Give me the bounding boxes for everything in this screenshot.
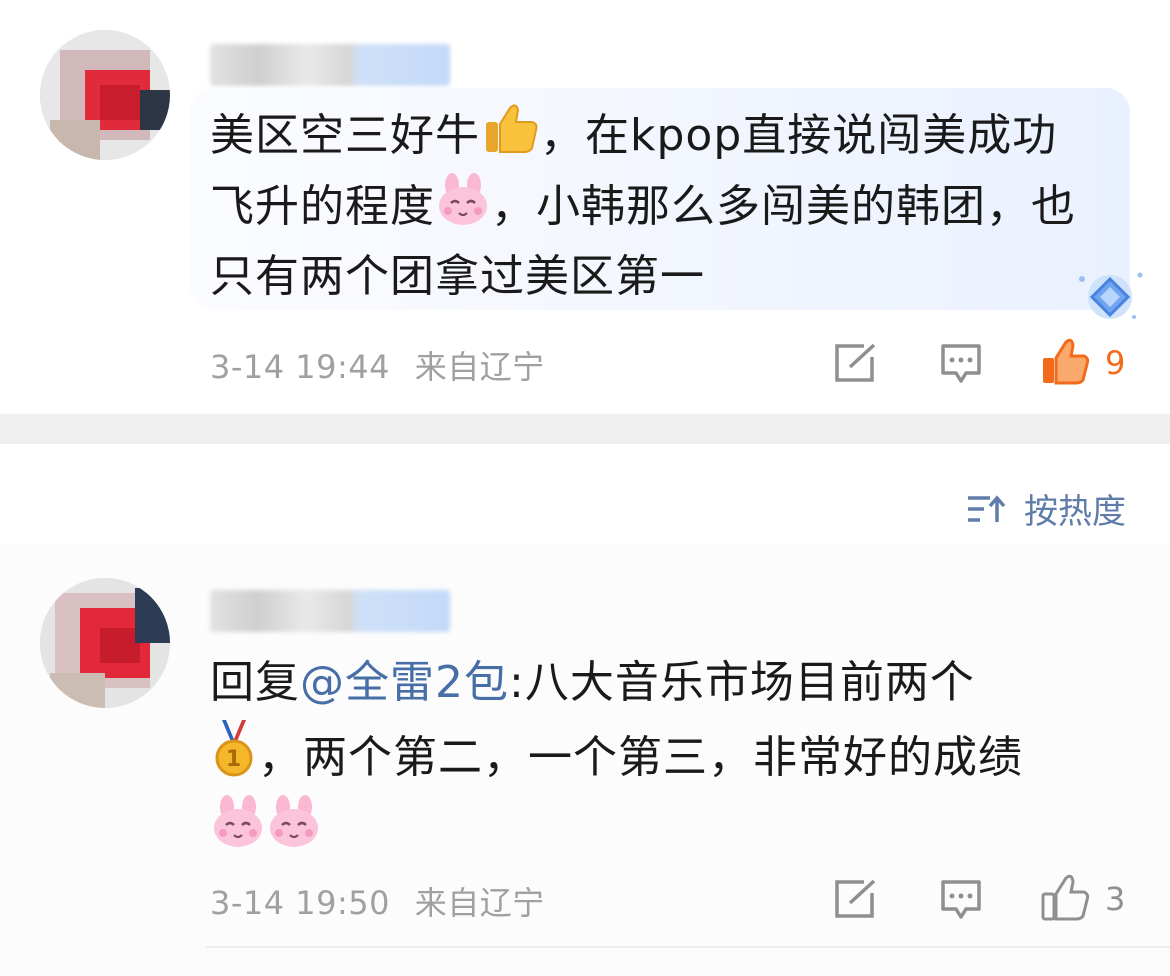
svg-text:1: 1 — [226, 747, 242, 772]
comment-location: 来自辽宁 — [414, 884, 545, 922]
avatar[interactable] — [40, 30, 170, 160]
like-count: 3 — [1105, 880, 1126, 918]
section-separator — [0, 414, 1170, 444]
reply-prefix: 回复 — [210, 657, 300, 708]
share-icon[interactable] — [834, 343, 878, 383]
share-icon[interactable] — [834, 879, 878, 919]
mention-link[interactable]: @全雷2包 — [300, 657, 509, 708]
comment-text-part: :八大音乐市场目前两个 — [509, 657, 975, 708]
comment-icon[interactable] — [940, 343, 982, 385]
comment-time: 3-14 19:44 — [210, 348, 391, 386]
bunny-emoji — [270, 795, 318, 847]
avatar[interactable] — [40, 578, 170, 708]
comment-time: 3-14 19:50 — [210, 884, 391, 922]
username-blurred[interactable] — [210, 44, 450, 86]
sort-icon[interactable] — [966, 494, 1006, 524]
comment-location: 来自辽宁 — [414, 348, 545, 386]
comment-meta: 3-14 19:50 来自辽宁 — [210, 878, 545, 924]
comment-text: 回复@全雷2包:八大音乐市场目前两个 1 ，两个第二，一个第三，非常好的成绩 — [210, 648, 1120, 864]
sort-by-hot-button[interactable]: 按热度 — [1024, 484, 1126, 533]
like-count: 9 — [1105, 344, 1126, 382]
sort-bar: 按热度 — [0, 444, 1170, 544]
comment-card: 美区空三好牛 ，在kpop直接说闯美成功飞升的程度 ，小韩那么多闯美的韩团，也只… — [0, 0, 1170, 414]
divider — [206, 946, 1170, 948]
comment-icon[interactable] — [940, 879, 982, 921]
comment-text-part: ，两个第二，一个第三，非常好的成绩 — [258, 732, 1023, 783]
like-icon[interactable] — [1040, 874, 1090, 922]
thumbs-up-emoji — [486, 104, 538, 153]
comment-text: 美区空三好牛 ，在kpop直接说闯美成功飞升的程度 ，小韩那么多闯美的韩团，也只… — [210, 100, 1090, 312]
like-icon[interactable] — [1040, 338, 1090, 386]
username-blurred[interactable] — [210, 590, 450, 632]
bunny-emoji — [439, 173, 487, 225]
gold-medal-emoji: 1 — [215, 720, 253, 777]
comment-meta: 3-14 19:44 来自辽宁 — [210, 342, 545, 388]
comment-text-part: 美区空三好牛 — [210, 110, 480, 161]
bunny-emoji — [214, 795, 262, 847]
